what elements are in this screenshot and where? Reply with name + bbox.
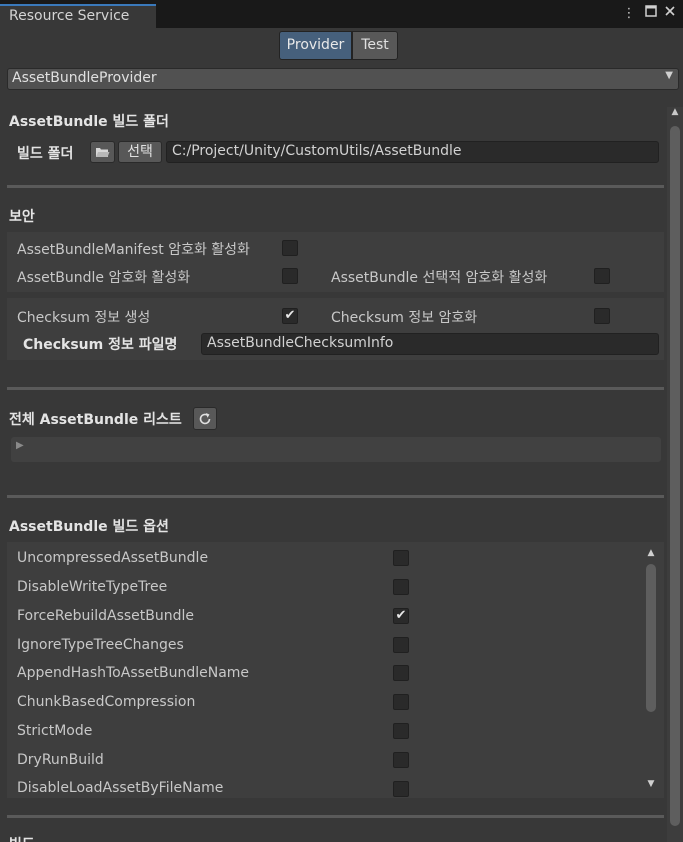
list-item: DryRunBuild: [17, 752, 104, 774]
checksum-generate-checkbox[interactable]: ✔: [282, 308, 298, 324]
bundle-encrypt-checkbox[interactable]: [282, 268, 298, 284]
option-checkbox[interactable]: [393, 579, 409, 595]
foldout-arrow-icon: ▶: [16, 440, 24, 451]
select-folder-button-label: 선택: [127, 144, 153, 160]
option-label: AppendHashToAssetBundleName: [17, 665, 250, 681]
option-label: UncompressedAssetBundle: [17, 550, 209, 566]
tab-test-label: Test: [361, 37, 389, 53]
list-item: DisableLoadAssetByFileName: [17, 780, 223, 802]
security-section-title: 보안: [9, 209, 35, 225]
option-checkbox[interactable]: ✔: [393, 608, 409, 624]
checksum-filename-value: AssetBundleChecksumInfo: [207, 335, 394, 351]
list-item: UncompressedAssetBundle: [17, 550, 208, 572]
window-tab[interactable]: Resource Service: [0, 4, 156, 28]
close-icon[interactable]: [662, 5, 678, 23]
option-label: IgnoreTypeTreeChanges: [17, 637, 184, 653]
selective-encrypt-label: AssetBundle 선택적 암호화 활성화: [331, 270, 548, 286]
list-item: ChunkBasedCompression: [17, 694, 195, 716]
bundle-list-foldout[interactable]: ▶: [11, 437, 661, 462]
option-label: DisableWriteTypeTree: [17, 579, 168, 595]
manifest-encrypt-label: AssetBundleManifest 암호화 활성화: [17, 242, 250, 258]
build-section-title: 빌드: [9, 834, 35, 842]
tab-provider-label: Provider: [286, 37, 345, 53]
section-divider: [7, 815, 664, 818]
main-scrollbar-thumb[interactable]: [670, 126, 680, 826]
checksum-encrypt-label: Checksum 정보 암호화: [331, 310, 478, 326]
option-checkbox[interactable]: [393, 781, 409, 797]
folder-open-button[interactable]: [90, 141, 115, 163]
option-checkbox[interactable]: [393, 752, 409, 768]
checksum-generate-label: Checksum 정보 생성: [17, 310, 151, 326]
build-folder-path: C:/Project/Unity/CustomUtils/AssetBundle: [172, 143, 462, 159]
options-scrollbar-thumb[interactable]: [646, 564, 656, 712]
manifest-encrypt-checkbox[interactable]: [282, 240, 298, 256]
select-folder-button[interactable]: 선택: [118, 141, 162, 163]
folder-icon: [95, 146, 110, 162]
scroll-down-icon[interactable]: ▼: [644, 779, 658, 789]
list-item: DisableWriteTypeTree: [17, 579, 167, 601]
window-tab-title: Resource Service: [9, 8, 130, 24]
list-item: IgnoreTypeTreeChanges: [17, 637, 184, 659]
maximize-icon[interactable]: [643, 5, 659, 23]
option-label: DisableLoadAssetByFileName: [17, 780, 224, 796]
build-folder-label: 빌드 폴더: [17, 146, 74, 162]
scroll-up-icon[interactable]: ▲: [667, 107, 683, 117]
provider-dropdown[interactable]: AssetBundleProvider ▼: [7, 68, 679, 90]
checkmark-icon: ✔: [395, 608, 407, 623]
checkmark-icon: ✔: [284, 308, 296, 323]
list-item: StrictMode: [17, 723, 92, 745]
option-label: StrictMode: [17, 723, 93, 739]
list-item: ForceRebuildAssetBundle: [17, 608, 194, 630]
scroll-up-icon[interactable]: ▲: [644, 548, 658, 558]
option-checkbox[interactable]: [393, 723, 409, 739]
checksum-filename-field[interactable]: AssetBundleChecksumInfo: [201, 333, 659, 355]
bundle-list-section-title: 전체 AssetBundle 리스트: [9, 412, 182, 428]
tab-provider[interactable]: Provider: [279, 31, 352, 60]
main-scrollbar[interactable]: ▲: [667, 107, 683, 842]
refresh-button[interactable]: [193, 407, 217, 430]
section-divider: [7, 387, 664, 390]
window-tab-bar: Resource Service ⋮: [0, 0, 683, 28]
checksum-encrypt-checkbox[interactable]: [594, 308, 610, 324]
provider-dropdown-value: AssetBundleProvider: [12, 70, 157, 86]
option-checkbox[interactable]: [393, 694, 409, 710]
chevron-down-icon: ▼: [665, 70, 673, 81]
option-checkbox[interactable]: [393, 665, 409, 681]
section-divider: [7, 495, 664, 498]
refresh-icon: [198, 413, 212, 430]
build-folder-section-title: AssetBundle 빌드 폴더: [9, 114, 169, 130]
list-item: AppendHashToAssetBundleName: [17, 665, 249, 687]
option-label: ForceRebuildAssetBundle: [17, 608, 195, 624]
option-checkbox[interactable]: [393, 550, 409, 566]
bundle-encrypt-label: AssetBundle 암호화 활성화: [17, 270, 191, 286]
section-divider: [7, 185, 664, 188]
kebab-menu-icon[interactable]: ⋮: [621, 5, 637, 23]
option-label: DryRunBuild: [17, 752, 104, 768]
build-options-section-title: AssetBundle 빌드 옵션: [9, 519, 169, 535]
tab-test[interactable]: Test: [352, 31, 398, 60]
option-checkbox[interactable]: [393, 637, 409, 653]
build-folder-path-field[interactable]: C:/Project/Unity/CustomUtils/AssetBundle: [166, 141, 659, 163]
options-scrollbar[interactable]: ▲ ▼: [644, 547, 660, 793]
checksum-filename-label: Checksum 정보 파일명: [23, 337, 178, 353]
selective-encrypt-checkbox[interactable]: [594, 268, 610, 284]
option-label: ChunkBasedCompression: [17, 694, 196, 710]
